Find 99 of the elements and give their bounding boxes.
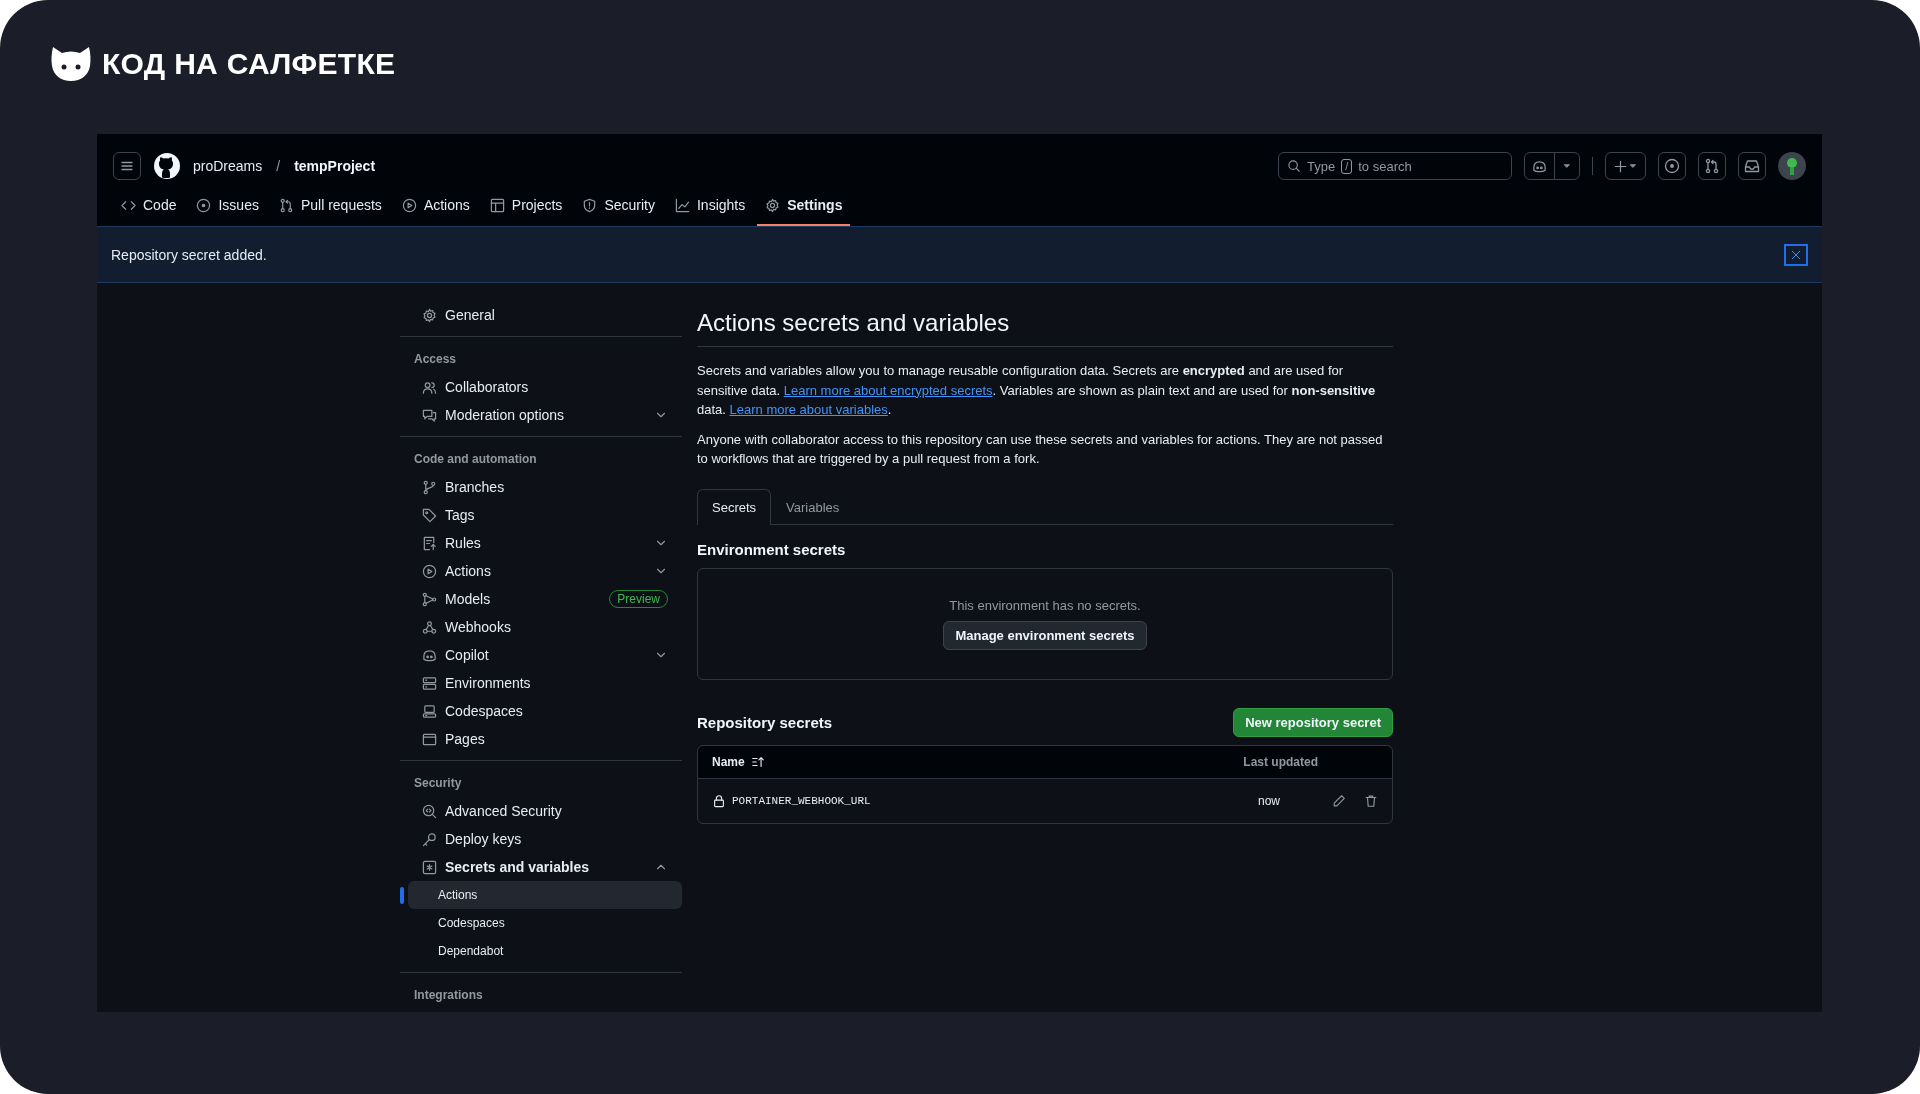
caret-icon	[1628, 161, 1638, 171]
sidebar-subitem[interactable]: Actions	[408, 881, 682, 909]
issues-button[interactable]	[1658, 152, 1686, 180]
shield-icon	[582, 197, 598, 213]
circle-dot-icon	[1664, 158, 1680, 174]
nav-tab[interactable]: Projects	[481, 186, 571, 226]
nodes-icon	[422, 591, 437, 607]
play-icon	[401, 197, 417, 213]
inbox-button[interactable]	[1738, 152, 1766, 180]
lock-icon	[712, 793, 726, 808]
inbox-icon	[1744, 158, 1760, 174]
nav-tab[interactable]: Actions	[393, 186, 478, 226]
robot-icon	[1532, 158, 1547, 174]
sidebar-item[interactable]: Tags	[408, 501, 682, 529]
nav-tab[interactable]: Insights	[666, 186, 754, 226]
updated-time: now	[1258, 793, 1280, 808]
description-text: Anyone with collaborator access to this repository can use these secrets and variables for actions. They are not passed to workflows that are triggered by a pull request from a fork.	[697, 430, 1384, 468]
pencil-icon	[1332, 793, 1346, 808]
table-icon	[489, 197, 505, 213]
sidebar-item[interactable]: Advanced Security	[408, 797, 682, 825]
robot-icon	[422, 647, 437, 663]
column-header[interactable]: Name	[712, 754, 745, 769]
tag-icon	[422, 507, 437, 523]
sidebar-item[interactable]: Secrets and variables	[408, 853, 682, 881]
tab[interactable]: Variables	[771, 488, 855, 525]
sidebar-subitem[interactable]: Codespaces	[408, 909, 682, 937]
column-header: Last updated	[1243, 754, 1318, 769]
section-heading: Integrations	[413, 987, 484, 1004]
docs-link[interactable]: Learn more about variables	[729, 402, 888, 417]
pull-request-icon	[1704, 158, 1720, 174]
menu-button[interactable]	[113, 152, 141, 180]
close-button[interactable]	[1784, 243, 1808, 266]
new-secret-button[interactable]: New repository secret	[1233, 707, 1393, 737]
owner-link[interactable]: proDreams	[193, 158, 263, 174]
sidebar-subitem[interactable]: Dependabot	[408, 937, 682, 965]
gear-icon	[765, 197, 781, 213]
rules-icon	[422, 535, 437, 551]
nav-tab[interactable]: Code	[113, 186, 185, 226]
flash-message: Repository secret added.	[111, 246, 267, 263]
docs-link[interactable]: Learn more about encrypted secrets	[783, 382, 993, 398]
close-icon	[1790, 248, 1802, 261]
key-icon	[422, 831, 437, 847]
sidebar-item[interactable]: Collaborators	[408, 373, 682, 401]
search-field[interactable]: Type / to search	[1278, 152, 1512, 180]
sidebar-item[interactable]: Webhooks	[408, 613, 682, 641]
server-icon	[422, 675, 437, 691]
description-text: Secrets and variables allow you to manage reusable configuration data. Secrets are encrypted and are used for sensitive data. Learn more about encrypted secrets. Variables are shown as plain text and are used for non-sensitive data. Learn more about variables.	[697, 362, 1377, 419]
computer-icon	[422, 703, 437, 719]
asterisk-icon	[422, 859, 437, 875]
webhook-icon	[422, 619, 437, 635]
people-icon	[422, 379, 437, 395]
sidebar-item[interactable]: Deploy keys	[408, 825, 682, 853]
caret-icon	[1562, 161, 1572, 171]
trash-icon	[1364, 793, 1378, 808]
pull-requests-button[interactable]	[1698, 152, 1726, 180]
page-title: Actions secrets and variables	[697, 301, 1393, 347]
sidebar-item[interactable]: Rules	[408, 529, 682, 557]
sort-icon	[750, 754, 765, 769]
section-heading: Security	[413, 775, 463, 792]
section-heading: Access	[413, 351, 458, 368]
logo-icon[interactable]	[153, 152, 181, 180]
selection-indicator	[400, 886, 404, 904]
circle-dot-icon	[196, 197, 212, 213]
section-heading: Code and automation	[413, 451, 538, 468]
path-separator: /	[276, 158, 281, 174]
scan-icon	[422, 803, 437, 819]
play-icon	[422, 563, 437, 579]
manage-secrets-button[interactable]: Manage environment secrets	[943, 620, 1147, 650]
tab[interactable]: Secrets	[697, 488, 772, 525]
nav-tab[interactable]: Pull requests	[270, 186, 390, 226]
sidebar-item[interactable]: Actions	[408, 557, 682, 585]
nav-tab[interactable]: Issues	[188, 186, 267, 226]
avatar[interactable]	[1778, 152, 1806, 180]
nav-tab[interactable]: Security	[574, 186, 663, 226]
search-icon	[1287, 159, 1301, 173]
sidebar-item[interactable]: Environments	[408, 669, 682, 697]
brand-title: КОД НА САЛФЕТКЕ	[102, 47, 396, 81]
sidebar-item[interactable]: Branches	[408, 473, 682, 501]
repository-link[interactable]: tempProject	[294, 158, 376, 174]
cat-logo-icon	[50, 45, 92, 83]
empty-message: This environment has no secrets.	[949, 597, 1141, 613]
gear-icon	[422, 307, 437, 323]
section-title: Environment secrets	[697, 540, 847, 558]
delete-button[interactable]	[1364, 793, 1378, 808]
edit-button[interactable]	[1332, 793, 1346, 808]
sidebar-item[interactable]: Copilot	[408, 641, 682, 669]
sidebar-item[interactable]: Moderation options	[408, 401, 682, 429]
sidebar-item[interactable]: Models Preview	[408, 585, 682, 613]
plus-icon	[1613, 158, 1628, 174]
comments-icon	[422, 407, 437, 423]
pull-request-icon	[278, 197, 294, 213]
secret-name: PORTAINER_WEBHOOK_URL	[732, 794, 871, 807]
sidebar-item[interactable]: General	[408, 301, 682, 329]
branch-icon	[422, 479, 437, 495]
sidebar-item[interactable]: Pages	[408, 725, 682, 753]
sidebar-item[interactable]: Codespaces	[408, 697, 682, 725]
browser-icon	[422, 731, 437, 747]
section-title: Repository secrets	[697, 713, 833, 731]
graph-icon	[674, 197, 690, 213]
